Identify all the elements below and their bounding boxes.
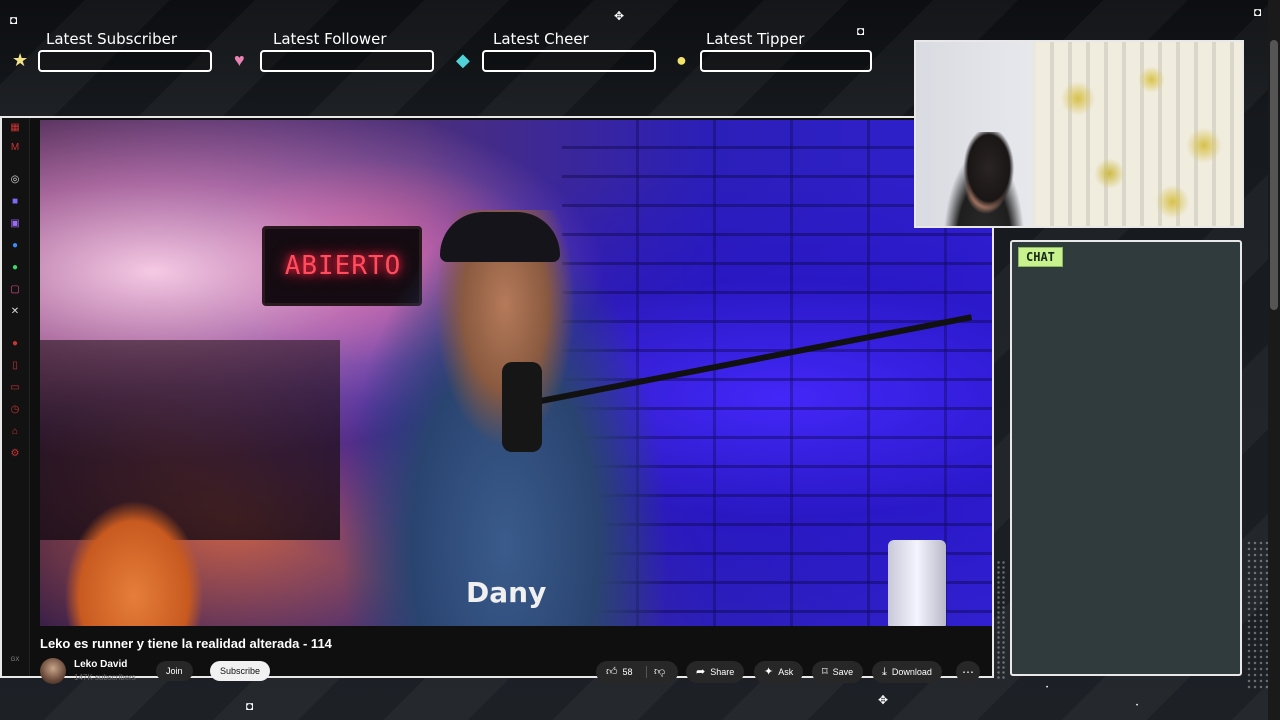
sidebar-app-icon[interactable]: ◎ xyxy=(9,174,21,186)
sidebar-app-icon[interactable]: ✕ xyxy=(9,306,21,318)
webcam-feed xyxy=(914,40,1244,228)
join-button[interactable]: Join xyxy=(156,661,193,681)
gem-icon: ◆ xyxy=(456,50,470,70)
heart-icon: ♥ xyxy=(234,50,245,70)
chat-panel: CHAT xyxy=(1010,240,1242,676)
share-button[interactable]: ➦ Share xyxy=(686,661,745,683)
sparkle-icon: ◘ xyxy=(1254,5,1262,19)
video-player[interactable]: ABIERTO Dany xyxy=(40,120,992,626)
microphone xyxy=(502,362,542,452)
download-label: Download xyxy=(891,667,932,677)
alert-value-box xyxy=(700,50,872,72)
alert-value-box xyxy=(260,50,434,72)
scrollbar-thumb[interactable] xyxy=(1270,40,1278,310)
dislike-button[interactable]: 👎︎ xyxy=(654,661,670,683)
sidebar-app-icon[interactable]: ■ xyxy=(9,196,21,208)
sidebar-app-icon[interactable]: ● xyxy=(9,262,21,274)
sparkle-icon: ✥ xyxy=(878,693,889,707)
subscribe-button[interactable]: Subscribe xyxy=(210,661,271,681)
sparkle-icon: ✦ xyxy=(764,666,774,678)
like-dislike-bar: 👍︎ 58 👎︎ xyxy=(596,661,678,683)
scrollbar[interactable] xyxy=(1268,0,1280,720)
dot-pattern xyxy=(996,560,1006,680)
coin-icon: ● xyxy=(676,50,687,70)
sidebar-app-icon[interactable]: ● xyxy=(9,338,21,350)
alert-value-box xyxy=(38,50,212,72)
curtain xyxy=(1036,42,1242,226)
download-icon: ⤓ xyxy=(882,666,887,678)
like-count: 58 xyxy=(622,667,633,677)
sidebar-app-icon[interactable]: M xyxy=(9,142,21,154)
sidebar-app-icon[interactable]: ● xyxy=(9,240,21,252)
chat-title-badge: CHAT xyxy=(1018,247,1063,267)
alert-latest-cheer: Latest Cheer ◆ xyxy=(456,30,656,74)
save-label: Save xyxy=(832,667,854,677)
alert-label: Latest Subscriber xyxy=(46,30,177,48)
youtube-window: ▦ M ◎ ■ ▣ ● ● ▢ ✕ ● ▯ ▭ ◷ ⌂ ⚙ GX ABIERTO… xyxy=(0,116,994,684)
like-button[interactable]: 👍︎ 58 xyxy=(606,661,633,683)
sidebar-app-icon[interactable]: ▭ xyxy=(9,382,21,394)
save-button[interactable]: ⌑ Save xyxy=(812,661,864,683)
sidebar-app-icon[interactable]: ▯ xyxy=(9,360,21,372)
alert-label: Latest Follower xyxy=(273,30,387,48)
alert-value-box xyxy=(482,50,656,72)
cap xyxy=(440,212,560,262)
bookmark-icon: ⌑ xyxy=(822,666,828,678)
alert-label: Latest Cheer xyxy=(493,30,589,48)
ask-label: Ask xyxy=(778,667,794,677)
download-button[interactable]: ⤓ Download xyxy=(872,661,942,683)
thumbs-up-icon: 👍︎ xyxy=(606,666,618,678)
sparkle-icon: • xyxy=(1136,703,1139,709)
alert-label: Latest Tipper xyxy=(706,30,805,48)
guitar xyxy=(64,500,204,626)
divider xyxy=(646,666,647,678)
thumbs-down-icon: 👎︎ xyxy=(654,666,666,678)
subscriber-count: 147K subscribers xyxy=(74,673,136,682)
tumbler xyxy=(888,540,946,626)
share-label: Share xyxy=(710,667,735,677)
sparkle-icon: • xyxy=(1046,685,1049,691)
avatar[interactable] xyxy=(40,658,66,684)
sidebar-app-icon[interactable]: ▦ xyxy=(9,122,21,134)
sparkle-icon: ◘ xyxy=(10,13,18,27)
sidebar-app-icon[interactable]: ⚙ xyxy=(9,448,21,460)
sidebar-app-icon[interactable]: ▢ xyxy=(9,284,21,296)
star-icon: ★ xyxy=(12,50,29,70)
sidebar-app-icon[interactable]: ◷ xyxy=(9,404,21,416)
alert-latest-subscriber: Latest Subscriber ★ xyxy=(12,30,212,74)
browser-sidebar: ▦ M ◎ ■ ▣ ● ● ▢ ✕ ● ▯ ▭ ◷ ⌂ ⚙ GX xyxy=(2,118,30,676)
alert-latest-tipper: Latest Tipper ● xyxy=(676,30,876,74)
more-actions-button[interactable]: ⋯ xyxy=(956,661,980,683)
sparkle-icon: ✥ xyxy=(614,9,625,23)
alert-latest-follower: Latest Follower ♥ xyxy=(234,30,434,74)
channel-name[interactable]: Leko David xyxy=(74,659,127,670)
sidebar-app-icon[interactable]: ▣ xyxy=(9,218,21,230)
sparkle-icon: ◘ xyxy=(246,699,254,713)
sidebar-app-icon[interactable]: GX xyxy=(9,654,21,666)
shirt-print: Dany xyxy=(466,576,547,609)
share-icon: ➦ xyxy=(696,666,706,678)
sidebar-app-icon[interactable]: ⌂ xyxy=(9,426,21,438)
ask-button[interactable]: ✦ Ask xyxy=(754,661,804,683)
streamer xyxy=(936,132,1032,226)
video-title: Leko es runner y tiene la realidad alter… xyxy=(40,636,332,651)
